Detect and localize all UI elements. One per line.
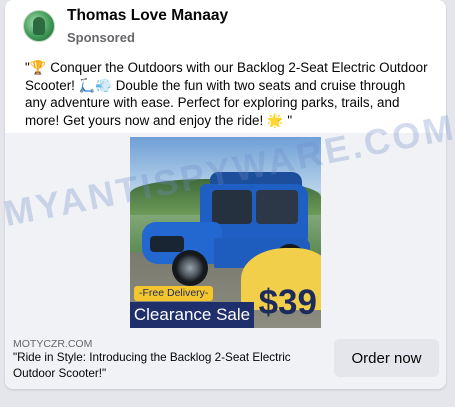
clearance-sale-banner: Clearance Sale [130, 302, 254, 328]
car-grille [150, 236, 184, 252]
close-quote: " [283, 112, 293, 128]
link-preview[interactable]: MOTYCZR.COM "Ride in Style: Introducing … [5, 328, 446, 389]
car-window [212, 190, 252, 224]
ad-media: -Free Delivery- Clearance Sale $39 [5, 133, 446, 328]
order-now-button[interactable]: Order now [334, 339, 439, 377]
car-window [256, 190, 298, 224]
ad-image[interactable]: -Free Delivery- Clearance Sale $39 [130, 137, 321, 328]
scooter-icon: 🛴💨 [78, 77, 112, 93]
car-wheel [172, 250, 208, 286]
trophy-icon: 🏆 [29, 60, 47, 75]
post-header: Thomas Love Manaay Sponsored [23, 4, 228, 48]
header-text: Thomas Love Manaay Sponsored [67, 6, 228, 46]
star-icon: 🌟 [266, 112, 284, 128]
sponsored-label[interactable]: Sponsored [67, 30, 228, 46]
sponsored-post-card: Thomas Love Manaay Sponsored "🏆 Conquer … [5, 0, 446, 389]
free-delivery-banner: -Free Delivery- [134, 286, 214, 301]
post-text: "🏆 Conquer the Outdoors with our Backlog… [25, 59, 430, 129]
page-avatar[interactable] [23, 10, 55, 42]
page-name[interactable]: Thomas Love Manaay [67, 6, 228, 25]
price-tag: $39 [258, 283, 317, 322]
link-headline[interactable]: "Ride in Style: Introducing the Backlog … [13, 350, 331, 382]
